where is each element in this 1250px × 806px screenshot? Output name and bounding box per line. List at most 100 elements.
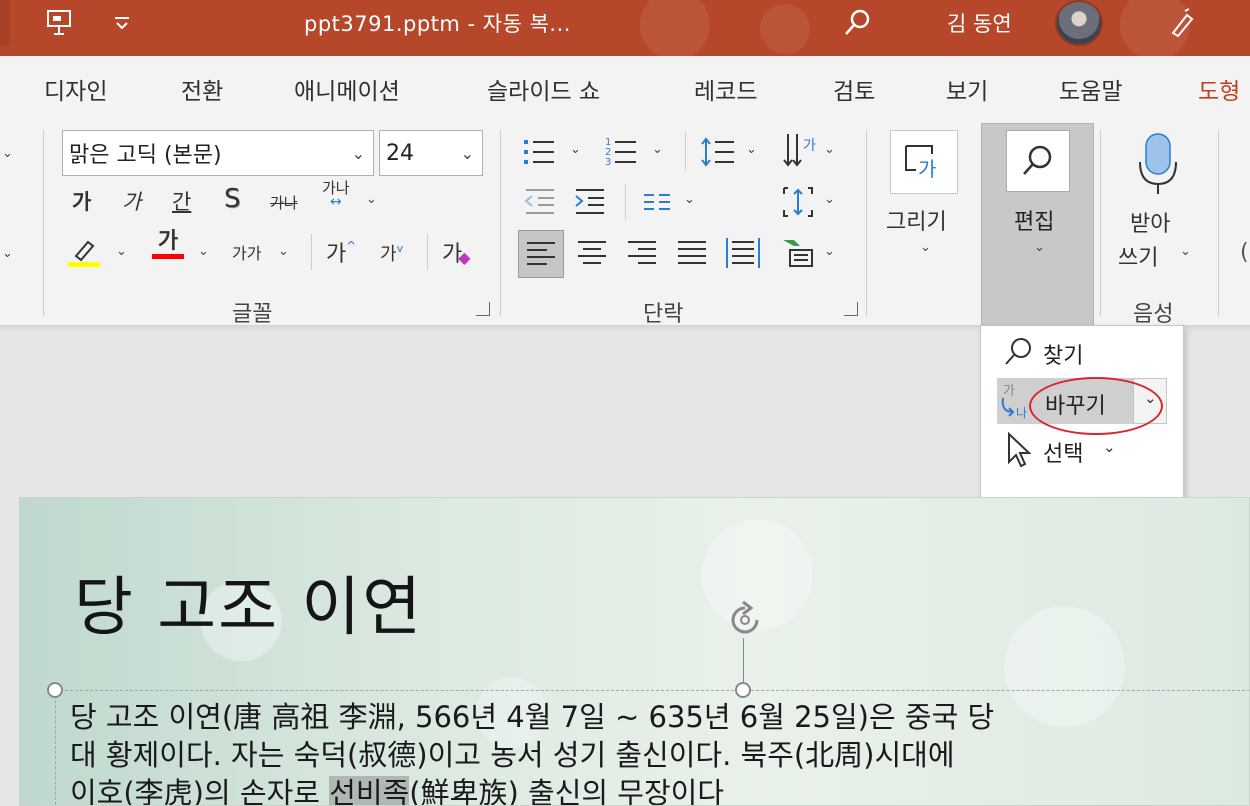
chevron-down-icon[interactable]: ⌄	[116, 244, 127, 259]
draw-button-label[interactable]: 그리기	[886, 204, 947, 236]
align-center-icon[interactable]	[574, 236, 610, 270]
chevron-down-icon: ⌄	[460, 144, 474, 163]
separator	[427, 234, 428, 270]
text-direction-icon[interactable]: 가	[782, 130, 818, 170]
chevron-down-icon[interactable]: ⌄	[746, 142, 757, 157]
chevron-down-icon: ⌄	[351, 144, 365, 163]
strikethrough-button[interactable]: 가나	[270, 192, 298, 213]
chevron-down-icon[interactable]: ⌄	[824, 192, 835, 207]
tab-shape-format[interactable]: 도형	[1198, 72, 1240, 106]
bullets-icon[interactable]	[522, 134, 558, 170]
pen-icon[interactable]	[1165, 0, 1197, 46]
tab-slideshow[interactable]: 슬라이드 쇼	[487, 72, 600, 106]
numbering-icon[interactable]: 123	[604, 134, 640, 170]
draw-icon[interactable]: 가	[890, 130, 958, 194]
change-case-button[interactable]: 가가	[232, 240, 261, 264]
customize-qat-icon[interactable]	[112, 0, 132, 46]
font-size-value: 24	[386, 140, 414, 166]
slide-body-text[interactable]: 당 고조 이연(唐 高祖 李淵, 566년 4월 7일 ~ 635년 6월 25…	[70, 698, 1249, 806]
character-spacing-button[interactable]: 가나 ↔	[322, 179, 350, 210]
clear-formatting-button[interactable]: 가 ◆	[442, 236, 471, 268]
font-color-button[interactable]: 가	[152, 230, 184, 259]
decrease-indent-icon[interactable]	[522, 186, 558, 218]
columns-icon[interactable]	[642, 190, 672, 214]
slide-title[interactable]: 당 고조 이연	[74, 556, 423, 648]
tab-help[interactable]: 도움말	[1059, 72, 1122, 106]
slide-canvas[interactable]: 당 고조 이연 당 고조 이연(唐 高祖 李淵, 566년 4월 7일 ~ 63…	[19, 497, 1250, 806]
caret-down-icon: v	[396, 241, 404, 255]
find-menu-item[interactable]: 찾기	[981, 328, 1185, 374]
draw-icon-label: 가	[918, 157, 936, 181]
body-text-span: (鮮卑族) 출신의 무장이다	[409, 776, 725, 806]
highlighted-text: 선비족	[329, 776, 410, 805]
underline-button[interactable]: 간	[172, 186, 191, 216]
justify-icon[interactable]	[674, 236, 710, 270]
partial-button[interactable]: (	[1240, 240, 1249, 265]
chevron-down-icon[interactable]: ⌄	[2, 146, 13, 161]
font-group-label: 글꼴	[232, 302, 273, 327]
shrink-font-button[interactable]: 가v	[380, 240, 403, 266]
dictate-label-line2[interactable]: 쓰기	[1118, 240, 1158, 272]
increase-indent-icon[interactable]	[572, 186, 608, 218]
resize-handle-top-middle[interactable]	[735, 682, 751, 698]
align-right-icon[interactable]	[624, 236, 660, 270]
grow-font-label: 가	[326, 242, 347, 267]
tab-review[interactable]: 검토	[833, 72, 875, 106]
body-line: 이호(李虎)의 손자로 선비족(鮮卑族) 출신의 무장이다	[70, 774, 1249, 806]
align-left-button[interactable]	[518, 230, 564, 278]
align-text-icon[interactable]	[780, 184, 816, 220]
resize-handle-top-left[interactable]	[47, 682, 63, 698]
edit-button-label: 편집	[1014, 210, 1055, 235]
chevron-down-icon[interactable]: ⌄	[570, 142, 581, 157]
eraser-icon: ◆	[458, 247, 471, 267]
chevron-down-icon[interactable]: ⌄	[920, 240, 931, 255]
search-icon[interactable]	[842, 0, 874, 46]
chevron-down-icon[interactable]: ⌄	[652, 142, 663, 157]
chevron-down-icon[interactable]: ⌄	[824, 142, 835, 157]
grow-font-button[interactable]: 가 ^	[326, 236, 356, 268]
tab-view[interactable]: 보기	[946, 72, 988, 106]
body-text-span: 이호(李虎)의 손자로	[70, 776, 330, 806]
presenter-icon[interactable]	[44, 0, 74, 46]
font-name-combo[interactable]: 맑은 고딕 (본문) ⌄	[62, 130, 374, 176]
chevron-down-icon[interactable]: ⌄	[824, 244, 835, 259]
dictate-label-line1[interactable]: 받아	[1130, 206, 1170, 238]
chevron-down-icon[interactable]: ⌄	[198, 244, 209, 259]
font-size-combo[interactable]: 24 ⌄	[379, 130, 483, 176]
bold-button[interactable]: 가	[72, 186, 91, 216]
microphone-icon[interactable]	[1136, 132, 1180, 196]
avatar[interactable]	[1055, 0, 1103, 46]
caret-up-icon: ^	[346, 239, 357, 253]
titlebar-decoration	[760, 4, 810, 54]
separator	[311, 234, 312, 270]
line-spacing-icon[interactable]	[700, 134, 736, 170]
user-name[interactable]: 김 동연	[947, 0, 1012, 46]
paragraph-dialog-launcher-icon[interactable]	[844, 302, 858, 316]
chevron-down-icon[interactable]: ⌄	[2, 246, 13, 261]
italic-button[interactable]: 가	[122, 186, 141, 216]
highlighter-icon[interactable]	[68, 236, 100, 268]
voice-group-label: 음성	[1133, 302, 1174, 327]
distributed-icon[interactable]	[724, 234, 762, 272]
chevron-down-icon[interactable]: ⌄	[684, 192, 695, 207]
chevron-down-icon[interactable]: ⌄	[278, 244, 289, 259]
chevron-down-icon[interactable]: ⌄	[366, 192, 377, 207]
rotate-handle-icon[interactable]	[723, 598, 767, 642]
body-line: 대 황제이다. 자는 숙덕(叔德)이고 농서 성기 출신이다. 북주(北周)시대…	[70, 738, 955, 772]
chevron-down-icon: ⌄	[1103, 438, 1116, 456]
tab-design[interactable]: 디자인	[44, 72, 107, 106]
font-color-bar	[152, 254, 184, 259]
titlebar-decoration	[640, 0, 710, 60]
chevron-down-icon: ⌄	[1034, 240, 1045, 255]
font-dialog-launcher-icon[interactable]	[476, 302, 490, 316]
group-separator	[1218, 130, 1219, 316]
spacing-label: 가나	[322, 179, 350, 197]
tab-animations[interactable]: 애니메이션	[294, 72, 400, 106]
tab-transitions[interactable]: 전환	[181, 72, 223, 106]
smartart-convert-icon[interactable]	[780, 236, 818, 270]
separator	[685, 132, 686, 170]
text-shadow-button[interactable]: S	[224, 184, 241, 214]
chevron-down-icon[interactable]: ⌄	[1180, 244, 1191, 259]
tab-record[interactable]: 레코드	[694, 72, 757, 106]
edit-magnifier-icon	[1006, 130, 1070, 192]
